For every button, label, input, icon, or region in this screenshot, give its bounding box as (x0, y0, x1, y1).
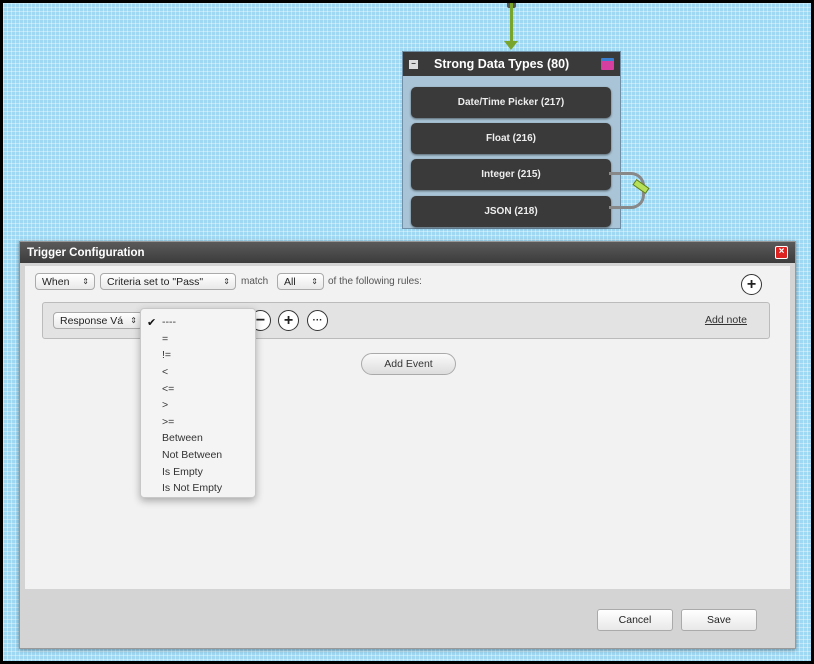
operator-option-label: Is Empty (162, 465, 203, 478)
node-item-json[interactable]: JSON (218) (411, 196, 611, 227)
check-icon: ✔ (147, 316, 157, 329)
match-select[interactable]: All ⇕ (277, 273, 324, 290)
node-header[interactable]: − Strong Data Types (80) (403, 52, 620, 76)
dialog-titlebar[interactable]: Trigger Configuration × (20, 242, 795, 263)
strong-data-types-node[interactable]: − Strong Data Types (80) Date/Time Picke… (402, 51, 621, 229)
operator-option[interactable]: ✔ ---- (141, 314, 255, 331)
operator-option[interactable]: > (141, 397, 255, 414)
operator-option-label: = (162, 332, 169, 345)
more-options-button[interactable]: ··· (307, 310, 328, 331)
cancel-button[interactable]: Cancel (597, 609, 673, 631)
operator-option[interactable]: < (141, 364, 255, 381)
updown-icon: ⇕ (82, 277, 89, 286)
operator-option-label: Between (162, 432, 203, 445)
operator-option-label: >= (162, 415, 175, 428)
operator-option[interactable]: Between (141, 430, 255, 447)
save-button[interactable]: Save (681, 609, 757, 631)
trigger-configuration-dialog: Trigger Configuration × When ⇕ Criteria … (19, 241, 796, 649)
close-icon[interactable]: × (775, 246, 788, 259)
match-label: match (241, 276, 269, 287)
rules-label: of the following rules: (328, 276, 422, 287)
operator-option-label: Not Between (162, 449, 223, 462)
arrow-down-icon (504, 41, 518, 50)
node-item-float[interactable]: Float (216) (411, 123, 611, 154)
node-item-date-time-picker[interactable]: Date/Time Picker (217) (411, 87, 611, 118)
operator-option[interactable]: Not Between (141, 447, 255, 464)
when-select[interactable]: When ⇕ (35, 273, 95, 290)
criteria-select[interactable]: Criteria set to "Pass" ⇕ (100, 273, 236, 290)
add-rule-group-button[interactable]: + (741, 274, 762, 295)
operator-option-label: > (162, 399, 169, 412)
operator-option-label: != (162, 349, 172, 362)
add-note-link[interactable]: Add note (705, 314, 747, 326)
operator-option[interactable]: != (141, 347, 255, 364)
add-event-button[interactable]: Add Event (361, 353, 456, 375)
operator-option[interactable]: Is Not Empty (141, 480, 255, 497)
dialog-title: Trigger Configuration (27, 246, 145, 259)
operator-option[interactable]: = (141, 331, 255, 348)
loop-connector (609, 172, 645, 209)
operator-option-label: Is Not Empty (162, 482, 223, 495)
folder-icon[interactable] (601, 58, 614, 70)
operator-option-label: ---- (162, 316, 176, 329)
updown-icon: ⇕ (311, 277, 318, 286)
connector-line (510, 3, 513, 43)
updown-icon: ⇕ (223, 277, 230, 286)
node-item-integer[interactable]: Integer (215) (411, 159, 611, 190)
operator-option-label: <= (162, 382, 175, 395)
operator-option[interactable]: Is Empty (141, 463, 255, 480)
node-title: Strong Data Types (80) (434, 57, 570, 71)
operator-dropdown[interactable]: ✔ ---- = != < <= > >= Between Not Between Is Empty… (140, 308, 256, 498)
operator-option[interactable]: <= (141, 380, 255, 397)
updown-icon: ⇕ (130, 316, 137, 325)
operator-option-label: < (162, 366, 169, 379)
field-select[interactable]: Response Vá ⇕ (53, 312, 143, 329)
add-rule-button[interactable]: + (278, 310, 299, 331)
operator-option[interactable]: >= (141, 414, 255, 431)
collapse-icon[interactable]: − (409, 59, 418, 69)
